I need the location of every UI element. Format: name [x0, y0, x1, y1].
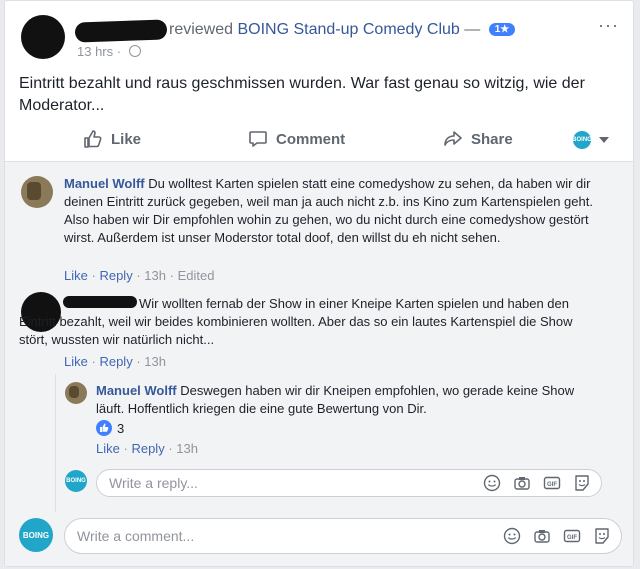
like-label: Like [111, 130, 142, 148]
separator: · [91, 268, 96, 283]
reply-input-avatar[interactable]: BOING [65, 470, 87, 492]
reviewed-label: reviewed [169, 21, 234, 38]
globe-icon [128, 45, 141, 57]
reply-like-link[interactable]: Like [96, 441, 120, 456]
comment-placeholder: Write a comment... [77, 528, 195, 544]
emoji-icon[interactable] [503, 527, 521, 545]
reply-input[interactable]: Write a reply... GIF [96, 469, 602, 497]
comment-time[interactable]: 13h [144, 354, 166, 369]
share-arrow-icon [444, 131, 462, 146]
separator: · [91, 354, 96, 369]
reply-avatar[interactable] [65, 382, 87, 404]
post-meta: 13 hrs · [77, 44, 141, 59]
comment-author[interactable]: Manuel Wolff [64, 176, 145, 191]
comment-input[interactable]: Write a comment... GIF [64, 518, 622, 554]
reply-time[interactable]: 13h [176, 441, 198, 456]
sticker-icon[interactable] [573, 474, 591, 492]
post-text: Eintritt bezahlt und raus geschmissen wu… [19, 75, 585, 114]
comments-section: Manuel Wolff Du wolltest Karten spielen … [5, 161, 633, 566]
meta-separator: · [116, 44, 122, 59]
comment-actions: Like · Reply · 13h · Edited [64, 268, 214, 283]
post-header: reviewed BOING Stand-up Comedy Club — 1★… [19, 9, 619, 59]
reply-actions: Like · Reply · 13h [96, 441, 198, 456]
svg-text:GIF: GIF [547, 482, 557, 488]
gif-icon[interactable]: GIF [543, 474, 561, 492]
comment-body: Manuel Wolff Du wolltest Karten spielen … [64, 175, 604, 247]
reply-input-icons: GIF [483, 474, 591, 492]
separator: · [168, 441, 173, 456]
svg-text:GIF: GIF [567, 535, 577, 541]
camera-icon[interactable] [513, 474, 531, 492]
comment-text: Wir wollten fernab der Show in einer Kne… [19, 296, 573, 347]
comment-edited[interactable]: Edited [178, 268, 215, 283]
comment-time[interactable]: 13h [144, 268, 166, 283]
author-avatar-redacted[interactable] [21, 15, 65, 59]
page-voice-avatar[interactable]: BOING [572, 131, 592, 149]
post-actions: Like Comment Share BOING [19, 125, 619, 155]
thumbs-up-icon [84, 130, 102, 148]
comment-input-avatar[interactable]: BOING [19, 518, 53, 552]
reply-placeholder: Write a reply... [109, 475, 198, 491]
emoji-icon[interactable] [483, 474, 501, 492]
reply-body: Manuel Wolff Deswegen haben wir dir Knei… [96, 382, 586, 418]
chevron-down-icon[interactable] [599, 137, 609, 143]
separator: · [169, 268, 174, 283]
comment-like-link[interactable]: Like [64, 354, 88, 369]
review-post: reviewed BOING Stand-up Comedy Club — 1★… [4, 0, 634, 567]
like-button[interactable]: Like [83, 129, 141, 149]
reaction-count[interactable]: 3 [96, 420, 124, 436]
comment-icon [249, 131, 267, 147]
rating-dash: — [464, 21, 481, 38]
comment-reply-link[interactable]: Reply [99, 268, 132, 283]
sticker-icon[interactable] [593, 527, 611, 545]
reply-reply-link[interactable]: Reply [131, 441, 164, 456]
more-options-icon[interactable]: ··· [598, 15, 619, 36]
reaction-number: 3 [117, 420, 125, 436]
reply-thread-line [55, 374, 56, 512]
comment-body: Wir wollten fernab der Show in einer Kne… [19, 295, 599, 349]
separator: · [123, 441, 128, 456]
comment-reply-link[interactable]: Reply [99, 354, 132, 369]
gif-icon[interactable]: GIF [563, 527, 581, 545]
separator: · [136, 354, 141, 369]
post-time[interactable]: 13 hrs [77, 44, 113, 59]
separator: · [136, 268, 141, 283]
review-headline: reviewed BOING Stand-up Comedy Club — 1★ [169, 21, 516, 39]
author-name-redacted[interactable] [74, 19, 168, 43]
comment-input-icons: GIF [503, 527, 611, 545]
page-name-link[interactable]: BOING Stand-up Comedy Club [237, 21, 459, 38]
comment-actions: Like · Reply · 13h [64, 354, 166, 369]
comment-label: Comment [276, 130, 346, 148]
share-label: Share [471, 130, 513, 148]
comment-button[interactable]: Comment [248, 129, 345, 149]
comment-like-link[interactable]: Like [64, 268, 88, 283]
like-reaction-icon [96, 420, 112, 436]
comment-avatar[interactable] [21, 176, 53, 208]
rating-badge: 1★ [488, 23, 516, 36]
camera-icon[interactable] [533, 527, 551, 545]
share-button[interactable]: Share [443, 129, 513, 149]
reply-author[interactable]: Manuel Wolff [96, 383, 177, 398]
